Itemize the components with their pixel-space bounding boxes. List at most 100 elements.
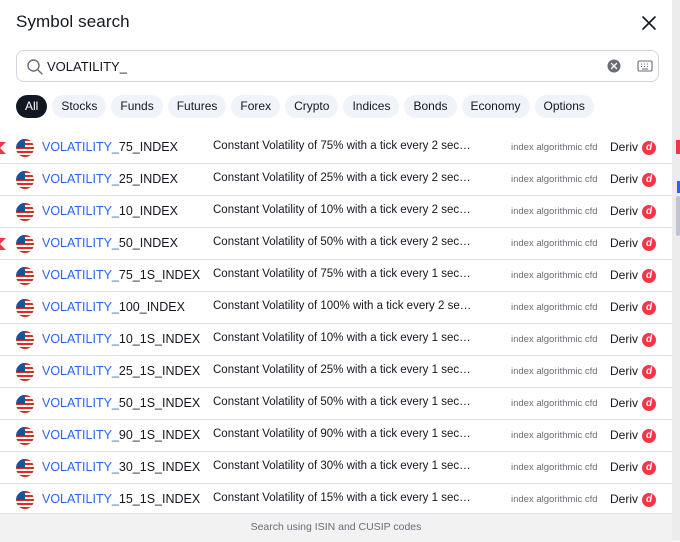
tab-all[interactable]: All — [16, 95, 48, 118]
tab-options[interactable]: Options — [534, 95, 594, 118]
symbol-type: index algorithmic cfd — [511, 366, 598, 377]
symbol-name: VOLATILITY_10_INDEX — [42, 204, 178, 218]
flag-marker-icon[interactable] — [0, 238, 6, 250]
exchange-name: Deriv — [610, 172, 639, 186]
result-row[interactable]: VOLATILITY_25_INDEX Constant Volatility o… — [0, 164, 672, 196]
background-page-strip — [672, 0, 680, 541]
symbol-type: index algorithmic cfd — [511, 238, 598, 249]
tab-forex[interactable]: Forex — [231, 95, 281, 118]
result-row[interactable]: VOLATILITY_30_1S_INDEX Constant Volatilit… — [0, 452, 672, 484]
symbol-match: VOLATILITY_ — [42, 428, 119, 442]
symbol-name: VOLATILITY_50_1S_INDEX — [42, 396, 200, 410]
symbol-rest: 90_1S_INDEX — [118, 428, 201, 442]
deriv-logo-icon: d — [642, 461, 656, 475]
result-row[interactable]: VOLATILITY_90_1S_INDEX Constant Volatilit… — [0, 420, 672, 452]
deriv-logo-icon: d — [642, 301, 656, 315]
symbol-description: Constant Volatility of 90% with a tick e… — [213, 428, 475, 440]
symbol-type: index algorithmic cfd — [511, 142, 598, 153]
symbol-name: VOLATILITY_25_1S_INDEX — [42, 364, 200, 378]
symbol-rest: 10_INDEX — [118, 204, 178, 218]
symbol-match: VOLATILITY_ — [42, 492, 119, 506]
clear-icon[interactable] — [607, 59, 621, 73]
symbol-type: index algorithmic cfd — [511, 430, 598, 441]
symbol-match: VOLATILITY_ — [42, 396, 119, 410]
result-row[interactable]: VOLATILITY_25_1S_INDEX Constant Volatilit… — [0, 356, 672, 388]
symbol-type: index algorithmic cfd — [511, 302, 598, 313]
symbol-type: index algorithmic cfd — [511, 334, 598, 345]
symbol-name: VOLATILITY_75_INDEX — [42, 140, 178, 154]
exchange-name: Deriv — [610, 396, 639, 410]
close-icon[interactable] — [638, 12, 660, 34]
us-flag-icon — [16, 491, 34, 509]
us-flag-icon — [16, 427, 34, 445]
result-row[interactable]: VOLATILITY_50_INDEX Constant Volatility o… — [0, 228, 672, 260]
symbol-name: VOLATILITY_100_INDEX — [42, 300, 185, 314]
us-flag-icon — [16, 331, 34, 349]
symbol-name: VOLATILITY_90_1S_INDEX — [42, 428, 200, 442]
symbol-search-dialog: Symbol search AllStocksFundsFuturesForex… — [0, 0, 672, 542]
exchange-name: Deriv — [610, 460, 639, 474]
flag-marker-icon[interactable] — [0, 142, 6, 154]
us-flag-icon — [16, 395, 34, 413]
symbol-description: Constant Volatility of 25% with a tick e… — [213, 172, 475, 184]
search-box[interactable] — [16, 50, 659, 82]
result-row[interactable]: VOLATILITY_10_INDEX Constant Volatility o… — [0, 196, 672, 228]
scrollbar-thumb[interactable] — [676, 196, 680, 236]
us-flag-icon — [16, 363, 34, 381]
result-row[interactable]: VOLATILITY_75_1S_INDEX Constant Volatilit… — [0, 260, 672, 292]
symbol-name: VOLATILITY_30_1S_INDEX — [42, 460, 200, 474]
result-row[interactable]: VOLATILITY_100_INDEX Constant Volatility … — [0, 292, 672, 324]
tab-indices[interactable]: Indices — [343, 95, 400, 118]
us-flag-icon — [16, 299, 34, 317]
symbol-name: VOLATILITY_15_1S_INDEX — [42, 492, 200, 506]
symbol-name: VOLATILITY_10_1S_INDEX — [42, 332, 200, 346]
deriv-logo-icon: d — [642, 269, 656, 283]
symbol-rest: 100_INDEX — [118, 300, 185, 314]
tab-funds[interactable]: Funds — [111, 95, 163, 118]
result-row[interactable]: VOLATILITY_10_1S_INDEX Constant Volatilit… — [0, 324, 672, 356]
result-row[interactable]: VOLATILITY_15_1S_INDEX Constant Volatilit… — [0, 484, 672, 516]
background-red-mark — [676, 140, 680, 154]
symbol-match: VOLATILITY_ — [42, 204, 119, 218]
symbol-match: VOLATILITY_ — [42, 364, 119, 378]
close-button[interactable] — [638, 12, 660, 34]
symbol-rest: 75_1S_INDEX — [118, 268, 201, 282]
symbol-rest: 30_1S_INDEX — [118, 460, 201, 474]
result-row[interactable]: VOLATILITY_50_1S_INDEX Constant Volatilit… — [0, 388, 672, 420]
exchange-name: Deriv — [610, 236, 639, 250]
symbol-match: VOLATILITY_ — [42, 268, 119, 282]
symbol-rest: 15_1S_INDEX — [118, 492, 201, 506]
symbol-description: Constant Volatility of 10% with a tick e… — [213, 332, 475, 344]
exchange-name: Deriv — [610, 364, 639, 378]
tab-futures[interactable]: Futures — [167, 95, 227, 118]
results-list: VOLATILITY_75_INDEX Constant Volatility o… — [0, 132, 672, 516]
deriv-logo-icon: d — [642, 429, 656, 443]
symbol-description: Constant Volatility of 50% with a tick e… — [213, 396, 475, 408]
deriv-logo-icon: d — [642, 365, 656, 379]
exchange-name: Deriv — [610, 428, 639, 442]
keyboard-icon[interactable] — [637, 59, 653, 73]
symbol-description: Constant Volatility of 25% with a tick e… — [213, 364, 475, 376]
us-flag-icon — [16, 235, 34, 253]
exchange-name: Deriv — [610, 140, 639, 154]
symbol-name: VOLATILITY_25_INDEX — [42, 172, 178, 186]
tab-stocks[interactable]: Stocks — [52, 95, 107, 118]
deriv-logo-icon: d — [642, 173, 656, 187]
symbol-description: Constant Volatility of 75% with a tick e… — [213, 268, 475, 280]
symbol-name: VOLATILITY_50_INDEX — [42, 236, 178, 250]
symbol-rest: 25_INDEX — [118, 172, 178, 186]
deriv-logo-icon: d — [642, 205, 656, 219]
symbol-match: VOLATILITY_ — [42, 172, 119, 186]
footer: Search using ISIN and CUSIP codes — [0, 513, 672, 542]
isin-cusip-search-link[interactable]: Search using ISIN and CUSIP codes — [0, 521, 672, 533]
symbol-type: index algorithmic cfd — [511, 494, 598, 505]
tab-bonds[interactable]: Bonds — [404, 95, 457, 118]
search-input[interactable] — [47, 56, 587, 76]
exchange-name: Deriv — [610, 492, 639, 506]
us-flag-icon — [16, 267, 34, 285]
symbol-description: Constant Volatility of 75% with a tick e… — [213, 140, 475, 152]
tab-crypto[interactable]: Crypto — [285, 95, 339, 118]
tab-economy[interactable]: Economy — [461, 95, 530, 118]
symbol-rest: 50_1S_INDEX — [118, 396, 201, 410]
result-row[interactable]: VOLATILITY_75_INDEX Constant Volatility o… — [0, 132, 672, 164]
